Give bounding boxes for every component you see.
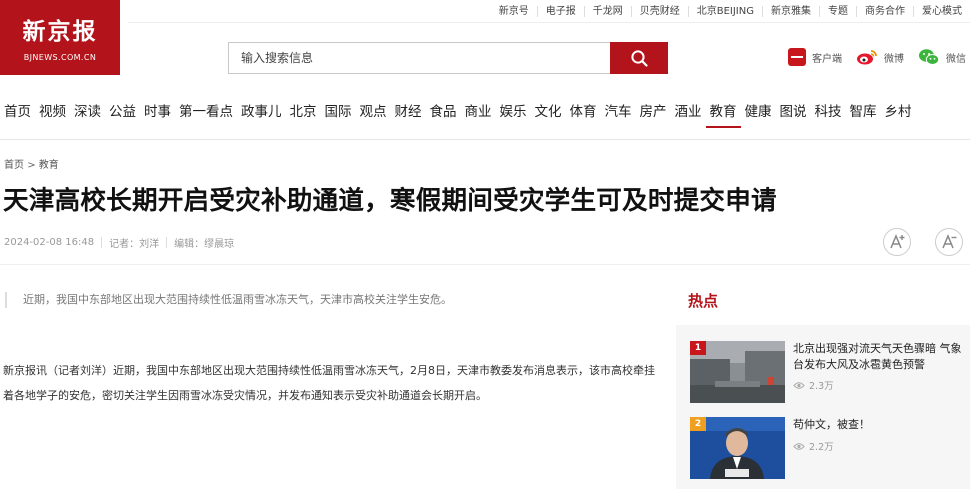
app-icon xyxy=(788,48,806,66)
hot-section-title: 热点 xyxy=(688,292,719,310)
hot-item[interactable]: 1 北京出现强对流天气天色骤暗 气象台发布大风及冰雹黄色预警 2.3万 xyxy=(690,341,970,405)
nav-item[interactable]: 文化 xyxy=(531,98,566,128)
meta-divider xyxy=(166,237,168,248)
article-summary: 近期，我国中东部地区出现大范围持续性低温雨雪冰冻天气，天津市高校关注学生安危。 xyxy=(5,292,452,308)
hot-item-title: 苟仲文，被查！ xyxy=(793,418,870,431)
util-link-beijing[interactable]: 北京BEIJING xyxy=(687,5,762,17)
logo-name: 新京报 xyxy=(22,18,98,45)
utility-bar: 新京号 电子报 千龙网 贝壳财经 北京BEIJING 新京雅集 专题 商务合作 … xyxy=(491,0,970,22)
search-bar xyxy=(228,42,668,74)
hot-item[interactable]: 2 苟仲文，被查！ 2.2万 xyxy=(690,417,970,481)
nav-item[interactable]: 观点 xyxy=(356,98,391,128)
hot-item-thumbnail: 1 xyxy=(690,341,785,403)
app-link-label: 微博 xyxy=(884,53,904,65)
nav-item[interactable]: 娱乐 xyxy=(496,98,531,128)
utility-divider xyxy=(128,22,970,23)
app-link-weibo[interactable]: 微博 xyxy=(856,48,904,66)
eye-icon xyxy=(793,381,805,389)
search-input[interactable] xyxy=(228,42,610,74)
article-reporter: 记者：刘洋 xyxy=(109,239,160,250)
nav-item[interactable]: 时事 xyxy=(140,98,175,128)
hot-item-thumbnail: 2 xyxy=(690,417,785,479)
hot-list: 1 北京出现强对流天气天色骤暗 气象台发布大风及冰雹黄色预警 2.3万 2 苟仲 xyxy=(676,325,970,489)
wechat-icon xyxy=(919,49,940,65)
util-link-care-mode[interactable]: 爱心模式 xyxy=(913,5,970,17)
hot-item-title: 北京出现强对流天气天色骤暗 气象台发布大风及冰雹黄色预警 xyxy=(793,342,962,371)
hot-item-view-count: 2.3万 xyxy=(809,381,834,392)
nav-item[interactable]: 体育 xyxy=(566,98,601,128)
breadcrumb-separator: > xyxy=(27,160,36,171)
nav-item[interactable]: 深读 xyxy=(70,98,105,128)
util-link-topics[interactable]: 专题 xyxy=(819,5,856,17)
nav-item[interactable]: 科技 xyxy=(811,98,846,128)
main-nav: 首页 视频 深读 公益 时事 第一看点 政事儿 北京 国际 观点 财经 食品 商业 娱乐 文化 体育 汽车 房产酒… xyxy=(0,98,970,128)
search-button[interactable] xyxy=(610,42,668,74)
hot-item-views: 2.3万 xyxy=(793,378,834,392)
util-link-business[interactable]: 商务合作 xyxy=(856,5,913,17)
weibo-icon xyxy=(857,50,877,65)
logo-domain: BJNEWS.COM.CN xyxy=(23,53,97,62)
nav-item[interactable]: 北京 xyxy=(286,98,321,128)
nav-item[interactable]: 乡村 xyxy=(881,98,916,128)
nav-item[interactable]: 汽车 xyxy=(601,98,636,128)
nav-item[interactable]: 健康 xyxy=(741,98,776,128)
breadcrumb-current[interactable]: 教育 xyxy=(39,160,59,171)
nav-item[interactable]: 公益 xyxy=(105,98,140,128)
util-link-qianlong[interactable]: 千龙网 xyxy=(583,5,631,17)
article-meta: 2024-02-08 16:48 记者：刘洋 编辑：缪晨琼 xyxy=(4,235,234,250)
nav-item[interactable]: 政事儿 xyxy=(237,98,286,128)
app-link-label: 客户端 xyxy=(812,53,842,65)
util-link-yaji[interactable]: 新京雅集 xyxy=(762,5,819,17)
font-increase-button[interactable] xyxy=(883,228,911,256)
hot-rank-badge: 1 xyxy=(690,341,706,355)
hot-item-view-count: 2.2万 xyxy=(809,442,834,453)
nav-item[interactable]: 房产 xyxy=(636,98,671,128)
nav-item[interactable]: 首页 xyxy=(0,98,35,128)
meta-divider-line xyxy=(0,264,970,265)
breadcrumb-home[interactable]: 首页 xyxy=(4,160,24,171)
nav-item[interactable]: 图说 xyxy=(776,98,811,128)
app-link-label: 微信 xyxy=(946,53,966,65)
article-title: 天津高校长期开启受灾补助通道，寒假期间受灾学生可及时提交申请 xyxy=(3,186,777,216)
hot-item-views: 2.2万 xyxy=(793,439,834,453)
search-icon xyxy=(630,49,648,67)
font-decrease-icon xyxy=(942,234,957,249)
nav-item[interactable]: 视频 xyxy=(35,98,70,128)
nav-item[interactable]: 商业 xyxy=(461,98,496,128)
app-links: 客户端 微博 微信 xyxy=(788,48,966,66)
breadcrumb: 首页 > 教育 xyxy=(4,156,59,171)
nav-item[interactable]: 食品 xyxy=(426,98,461,128)
hot-rank-badge: 2 xyxy=(690,417,706,431)
article-body: 新京报讯（记者刘洋）近期，我国中东部地区出现大范围持续性低温雨雪冰冻天气，2月8… xyxy=(3,364,655,402)
font-decrease-button[interactable] xyxy=(935,228,963,256)
article-editor: 编辑：缪晨琼 xyxy=(174,239,235,250)
nav-item[interactable]: 国际 xyxy=(321,98,356,128)
site-logo[interactable]: 新京报 BJNEWS.COM.CN xyxy=(0,0,120,75)
nav-item[interactable]: 第一看点 xyxy=(175,98,237,128)
meta-divider xyxy=(101,237,103,248)
nav-item[interactable]: 财经 xyxy=(391,98,426,128)
nav-divider xyxy=(0,139,970,140)
font-increase-icon xyxy=(890,234,905,249)
nav-item[interactable]: 教育 xyxy=(705,98,741,128)
util-link-xinjinghao[interactable]: 新京号 xyxy=(491,6,537,17)
util-link-beike[interactable]: 贝壳财经 xyxy=(630,5,688,17)
nav-item[interactable]: 智库 xyxy=(846,98,881,128)
nav-item[interactable]: 酒业 xyxy=(671,98,706,128)
eye-icon xyxy=(793,442,805,450)
util-link-epaper[interactable]: 电子报 xyxy=(536,5,584,17)
app-link-client[interactable]: 客户端 xyxy=(788,48,842,66)
app-link-wechat[interactable]: 微信 xyxy=(918,48,966,66)
article-datetime: 2024-02-08 16:48 xyxy=(4,237,95,248)
